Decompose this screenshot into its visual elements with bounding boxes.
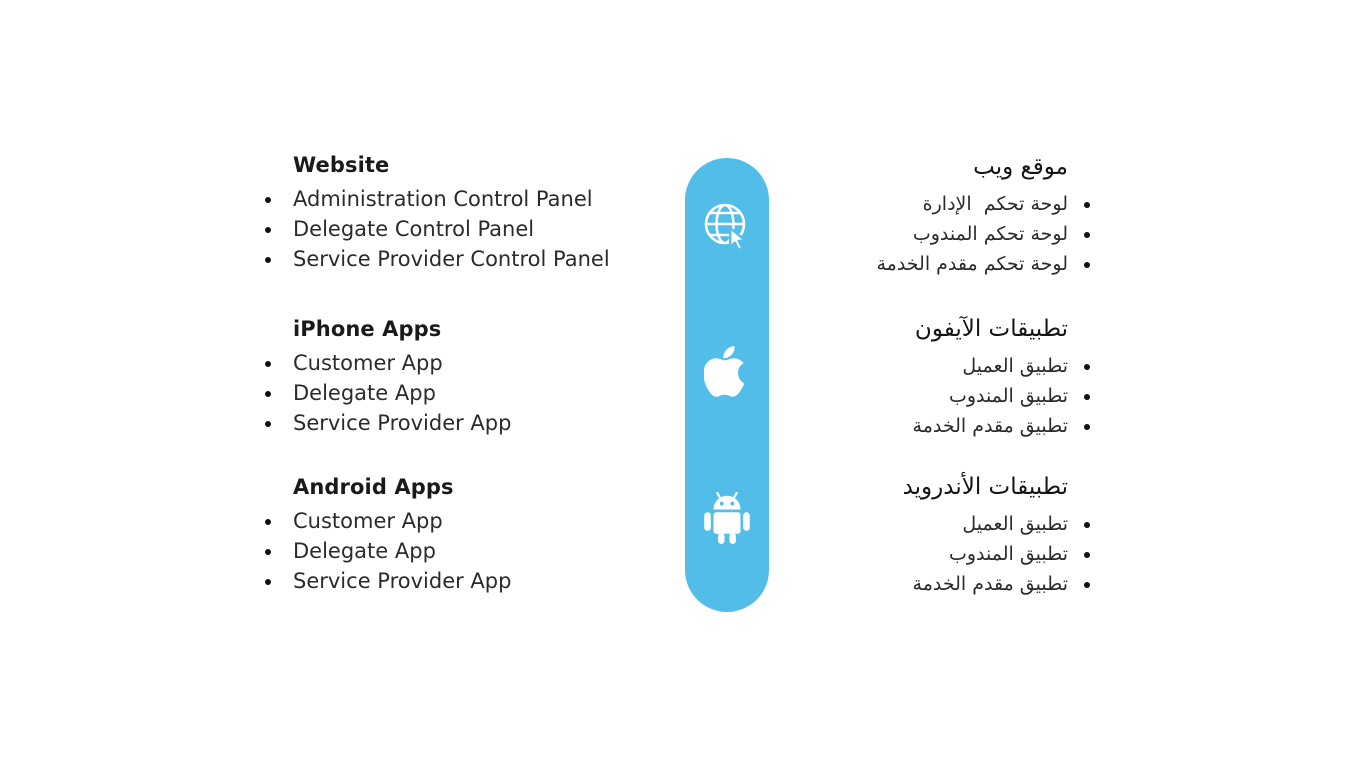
group-title: iPhone Apps [293, 317, 442, 341]
group-list: تطبيق العميل تطبيق المندوب تطبيق مقدم ال… [760, 509, 1100, 599]
list-item: لوحة تحكم الإدارة [760, 189, 1100, 219]
list-item: Administration Control Panel [255, 184, 675, 214]
list-item: تطبيق مقدم الخدمة [760, 569, 1100, 599]
list-item: لوحة تحكم المندوب [760, 219, 1100, 249]
group-title: Android Apps [293, 475, 454, 499]
list-item: Service Provider App [255, 566, 675, 596]
group-title: موقع ويب [973, 154, 1068, 180]
list-item: Delegate App [255, 536, 675, 566]
list-item: Customer App [255, 506, 675, 536]
platform-capsule [685, 158, 769, 612]
group-list: لوحة تحكم الإدارة لوحة تحكم المندوب لوحة… [760, 189, 1100, 279]
group-website-ar: موقع ويب لوحة تحكم الإدارة لوحة تحكم الم… [760, 153, 1100, 279]
list-item: Delegate Control Panel [255, 214, 675, 244]
group-list: تطبيق العميل تطبيق المندوب تطبيق مقدم ال… [760, 351, 1100, 441]
group-android-en: Android Apps Customer App Delegate App S… [255, 474, 675, 596]
group-title: تطبيقات الأندرويد [902, 474, 1068, 500]
list-item: تطبيق العميل [760, 351, 1100, 381]
group-title: تطبيقات الآيفون [914, 316, 1068, 342]
list-item: Customer App [255, 348, 675, 378]
diagram-canvas: Website Administration Control Panel Del… [0, 0, 1366, 768]
list-item: Delegate App [255, 378, 675, 408]
group-list: Customer App Delegate App Service Provid… [255, 348, 675, 438]
list-item: لوحة تحكم مقدم الخدمة [760, 249, 1100, 279]
list-item: Service Provider App [255, 408, 675, 438]
group-android-ar: تطبيقات الأندرويد تطبيق العميل تطبيق الم… [760, 473, 1100, 599]
group-list: Customer App Delegate App Service Provid… [255, 506, 675, 596]
list-item: Service Provider Control Panel [255, 244, 675, 274]
list-item: تطبيق المندوب [760, 381, 1100, 411]
group-iphone-ar: تطبيقات الآيفون تطبيق العميل تطبيق المند… [760, 315, 1100, 441]
list-item: تطبيق العميل [760, 509, 1100, 539]
group-list: Administration Control Panel Delegate Co… [255, 184, 675, 274]
group-iphone-en: iPhone Apps Customer App Delegate App Se… [255, 316, 675, 438]
android-robot-icon [685, 476, 769, 560]
group-website-en: Website Administration Control Panel Del… [255, 152, 675, 274]
globe-cursor-icon [685, 184, 769, 268]
list-item: تطبيق مقدم الخدمة [760, 411, 1100, 441]
apple-logo-icon [685, 330, 769, 414]
list-item: تطبيق المندوب [760, 539, 1100, 569]
group-title: Website [293, 153, 390, 177]
